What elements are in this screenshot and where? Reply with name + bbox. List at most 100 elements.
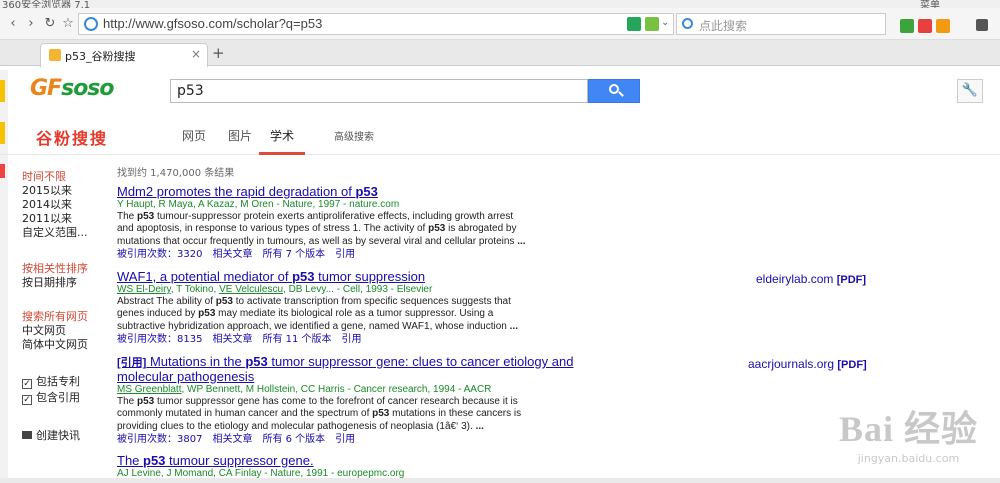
qr-code-icon[interactable] xyxy=(627,17,641,31)
results-count: 找到约 1,470,000 条结果 xyxy=(117,168,235,179)
result-links: 被引用次数：3807 相关文章 所有 6 个版本 引用 xyxy=(117,433,617,447)
cite-link[interactable]: 引用 xyxy=(335,249,355,260)
url-text: http://www.gfsoso.com/scholar?q=p53 xyxy=(103,16,323,31)
back-icon[interactable]: ‹ xyxy=(4,15,22,33)
result-snippet: The p53 tumour-suppressor protein exerts… xyxy=(117,211,526,247)
lang-simplified[interactable]: 简体中文网页 xyxy=(22,338,88,352)
bookmark-icon[interactable] xyxy=(0,164,5,178)
pdf-link[interactable]: eldeirylab.com [PDF] xyxy=(756,272,866,286)
pdf-source: aacrjournals.org xyxy=(748,357,835,371)
pdf-link[interactable]: aacrjournals.org [PDF] xyxy=(748,357,867,371)
related-articles-link[interactable]: 相关文章 xyxy=(212,334,252,345)
browser-title-bar: 360安全浏览器 7.1 菜单 xyxy=(0,0,1000,8)
search-placeholder: 点此搜索 xyxy=(699,19,748,33)
logo-sub: soso xyxy=(61,76,114,101)
forward-icon[interactable]: › xyxy=(22,15,40,33)
result-title[interactable]: The p53 tumour suppressor gene. xyxy=(117,454,617,468)
tab-title: p53_谷粉搜搜 xyxy=(65,50,136,63)
lang-all[interactable]: 搜索所有网页 xyxy=(22,310,88,324)
site-logo[interactable]: GFsoso xyxy=(30,76,115,101)
sort-relevance[interactable]: 按相关性排序 xyxy=(22,262,88,276)
logo-main: GF xyxy=(30,76,62,101)
browser-tab[interactable]: p53_谷粉搜搜 × xyxy=(40,43,208,67)
result-snippet: Abstract The ability of p53 to activate … xyxy=(117,296,518,332)
pdf-source: eldeirylab.com xyxy=(756,272,834,286)
chevron-down-icon[interactable]: ⌄ xyxy=(661,17,669,31)
include-patents-checkbox[interactable]: ✓ 包括专利 xyxy=(22,373,80,389)
tab-advanced-search[interactable]: 高级搜索 xyxy=(334,128,374,143)
tab-strip: p53_谷粉搜搜 × xyxy=(0,40,1000,67)
menu-button[interactable]: 菜单 xyxy=(920,0,940,8)
cite-link[interactable]: 引用 xyxy=(342,334,362,345)
result-item: [引用] Mutations in the p53 tumor suppress… xyxy=(117,355,617,447)
window-icon[interactable] xyxy=(976,19,988,31)
active-tab-indicator xyxy=(259,152,305,155)
result-title[interactable]: WAF1, a potential mediator of p53 tumor … xyxy=(117,270,617,284)
result-item: Mdm2 promotes the rapid degradation of p… xyxy=(117,185,617,262)
folder-icon[interactable] xyxy=(0,80,5,102)
filter-since-2015[interactable]: 2015以来 xyxy=(22,184,88,198)
extension-icon[interactable] xyxy=(936,19,950,33)
checkbox-checked-icon: ✓ xyxy=(22,379,32,389)
result-authors: MS Greenblatt, WP Bennett, M Hollstein, … xyxy=(117,384,492,395)
include-citations-checkbox[interactable]: ✓ 包含引用 xyxy=(22,389,80,405)
filter-since-2014[interactable]: 2014以来 xyxy=(22,198,88,212)
extension-icon[interactable] xyxy=(900,19,914,33)
citation-tag: [引用] xyxy=(117,357,147,369)
result-item: The p53 tumour suppressor gene. AJ Levin… xyxy=(117,454,617,480)
all-versions-link[interactable]: 所有 6 个版本 xyxy=(262,434,325,445)
close-icon[interactable]: × xyxy=(191,47,201,61)
result-title[interactable]: Mdm2 promotes the rapid degradation of p… xyxy=(117,185,617,199)
cited-by-link[interactable]: 被引用次数：3807 xyxy=(117,434,202,445)
new-tab-icon[interactable]: + xyxy=(212,44,225,62)
author-link[interactable]: WS El-Deiry xyxy=(117,284,171,295)
pdf-tag: [PDF] xyxy=(836,274,867,286)
watermark-line2: jingyan.baidu.com xyxy=(857,452,960,465)
time-filter-group: 时间不限 2015以来 2014以来 2011以来 自定义范围... xyxy=(22,170,88,240)
related-articles-link[interactable]: 相关文章 xyxy=(212,434,252,445)
create-alert-label: 创建快讯 xyxy=(36,429,80,442)
refresh-icon[interactable]: ↻ xyxy=(41,15,59,33)
tab-images[interactable]: 图片 xyxy=(228,127,252,144)
all-versions-link[interactable]: 所有 11 个版本 xyxy=(262,334,331,345)
all-versions-link[interactable]: 所有 7 个版本 xyxy=(262,249,325,260)
result-item: WAF1, a potential mediator of p53 tumor … xyxy=(117,270,617,347)
star-icon[interactable]: ☆ xyxy=(59,15,77,33)
search-button[interactable] xyxy=(588,79,640,103)
cited-by-link[interactable]: 被引用次数：3320 xyxy=(117,249,202,260)
search-icon xyxy=(682,18,693,29)
result-title[interactable]: [引用] Mutations in the p53 tumor suppress… xyxy=(117,355,617,384)
result-snippet: The p53 tumor suppressor gene has come t… xyxy=(117,396,522,432)
tab-scholar[interactable]: 学术 xyxy=(270,127,294,144)
include-citations-label: 包含引用 xyxy=(36,391,80,404)
mail-icon xyxy=(22,431,32,439)
extension-icon[interactable] xyxy=(918,19,932,33)
favicon-icon xyxy=(49,49,61,61)
author-link[interactable]: VE Velculescu xyxy=(219,284,283,295)
tab-web[interactable]: 网页 xyxy=(182,127,206,144)
browser-title: 360安全浏览器 7.1 xyxy=(2,0,91,8)
watermark-line1: Bai 经验 xyxy=(838,409,978,449)
create-alert-link[interactable]: 创建快讯 xyxy=(22,427,80,443)
lang-chinese[interactable]: 中文网页 xyxy=(22,324,88,338)
address-bar[interactable]: http://www.gfsoso.com/scholar?q=p53 ⌄ xyxy=(78,13,674,35)
filter-time-any[interactable]: 时间不限 xyxy=(22,170,88,184)
filter-custom-range[interactable]: 自定义范围... xyxy=(22,226,88,240)
filter-since-2011[interactable]: 2011以来 xyxy=(22,212,88,226)
result-authors: WS El-Deiry, T Tokino, VE Velculescu, DB… xyxy=(117,284,433,295)
settings-wrench-icon[interactable]: 🔧 xyxy=(957,79,983,103)
lightning-icon[interactable] xyxy=(645,17,659,31)
sort-date[interactable]: 按日期排序 xyxy=(22,276,88,290)
cited-by-link[interactable]: 被引用次数：8135 xyxy=(117,334,202,345)
query-text: p53 xyxy=(177,83,204,99)
checkbox-checked-icon: ✓ xyxy=(22,395,32,405)
cite-link[interactable]: 引用 xyxy=(335,434,355,445)
search-input[interactable]: p53 xyxy=(170,79,588,103)
related-articles-link[interactable]: 相关文章 xyxy=(212,249,252,260)
include-patents-label: 包括专利 xyxy=(36,375,80,388)
browser-search-box[interactable]: 点此搜索 xyxy=(676,13,886,35)
browser-toolbar: ‹ › ↻ ☆ http://www.gfsoso.com/scholar?q=… xyxy=(0,8,1000,40)
result-links: 被引用次数：3320 相关文章 所有 7 个版本 引用 xyxy=(117,248,617,262)
author-link[interactable]: MS Greenblatt xyxy=(117,384,181,395)
status-bar xyxy=(0,478,1000,483)
